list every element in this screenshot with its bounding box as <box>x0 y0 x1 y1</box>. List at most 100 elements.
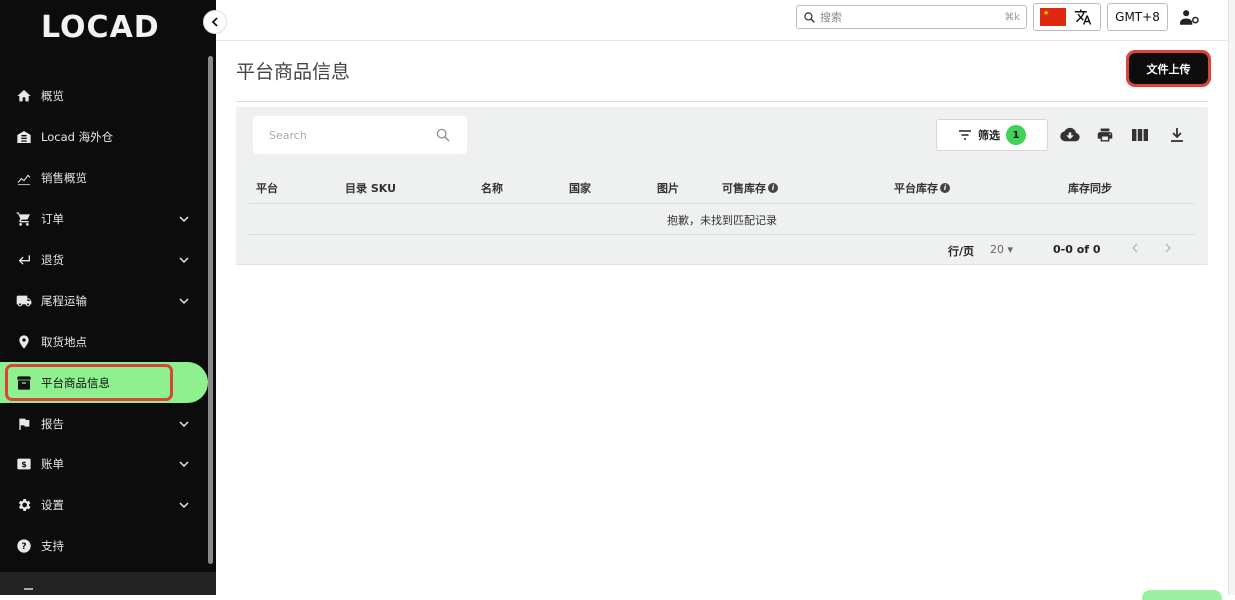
chevron-down-icon[interactable] <box>178 295 190 307</box>
footer-mark <box>24 588 33 590</box>
column-header-name[interactable]: 名称 <box>481 180 503 196</box>
sidebar-item-label: 取货地点 <box>41 334 87 349</box>
sidebar-item-label: 支持 <box>41 539 64 554</box>
china-flag-icon: ★ <box>1040 8 1066 26</box>
svg-text:$: $ <box>21 460 27 469</box>
next-page-button[interactable] <box>1161 241 1175 255</box>
sidebar: LOCAD 概览 Locad 海外仓 销售概览 订单 退货 尾程运输 取货地点 … <box>0 0 216 595</box>
cloud-download-icon <box>1060 127 1080 142</box>
download-button[interactable] <box>1167 125 1187 145</box>
chevron-down-icon[interactable] <box>178 499 190 511</box>
help-icon: ? <box>15 537 33 555</box>
page-scrollbar[interactable] <box>1228 0 1235 595</box>
filter-button[interactable]: 筛选 1 <box>936 119 1048 151</box>
dropdown-arrow-icon: ▾ <box>1007 243 1014 256</box>
svg-text:?: ? <box>21 542 26 552</box>
chevron-down-icon[interactable] <box>178 418 190 430</box>
sidebar-item-label: 报告 <box>41 416 64 431</box>
sidebar-item-overview[interactable]: 概览 <box>0 76 210 117</box>
table-search-input[interactable]: Search <box>253 116 467 154</box>
sidebar-item-label: 尾程运输 <box>41 293 87 308</box>
columns-icon <box>1132 129 1148 141</box>
search-icon <box>804 11 815 23</box>
analytics-icon <box>15 169 33 187</box>
sidebar-footer <box>0 572 216 595</box>
column-header-platform-stock[interactable]: 平台库存 i <box>894 180 950 196</box>
user-gear-icon <box>1180 10 1199 25</box>
title-divider <box>236 101 1208 102</box>
collapse-sidebar-button[interactable] <box>203 10 227 34</box>
chevron-left-icon <box>211 17 218 27</box>
search-placeholder: 搜索 <box>820 11 842 24</box>
table-search-placeholder: Search <box>269 128 307 142</box>
sidebar-item-billing[interactable]: $ 账单 <box>0 444 210 485</box>
column-header-sku[interactable]: 目录 SKU <box>345 180 396 196</box>
highlight-outline <box>5 364 173 402</box>
file-upload-button[interactable]: 文件上传 <box>1126 50 1211 87</box>
billing-icon: $ <box>15 455 33 473</box>
top-bar: 搜索 ⌘k ★ GMT+8 <box>216 0 1228 41</box>
sidebar-item-platform-products[interactable]: 平台商品信息 <box>0 362 208 404</box>
floating-help-widget[interactable] <box>1142 590 1222 600</box>
prev-page-button[interactable] <box>1128 241 1142 255</box>
timezone-button[interactable]: GMT+8 <box>1107 3 1168 31</box>
cloud-download-button[interactable] <box>1060 125 1080 145</box>
sidebar-item-label: 设置 <box>41 498 64 513</box>
sidebar-item-warehouse[interactable]: Locad 海外仓 <box>0 117 210 158</box>
sidebar-item-pickup-locations[interactable]: 取货地点 <box>0 321 210 362</box>
filter-label: 筛选 <box>978 129 1000 142</box>
language-button[interactable]: ★ <box>1033 3 1101 31</box>
column-header-image[interactable]: 图片 <box>657 180 679 196</box>
user-settings-button[interactable] <box>1178 7 1202 27</box>
sidebar-item-label: 销售概览 <box>41 171 87 186</box>
sidebar-item-sales-overview[interactable]: 销售概览 <box>0 158 210 199</box>
cart-icon <box>15 210 33 228</box>
empty-state-message: 抱歉，未找到匹配记录 <box>667 214 777 227</box>
sidebar-item-orders[interactable]: 订单 <box>0 199 210 240</box>
column-header-stock-sync[interactable]: 库存同步 <box>1068 180 1112 196</box>
footer-divider <box>249 234 1195 235</box>
locad-logo[interactable]: LOCAD <box>41 10 160 45</box>
columns-button[interactable] <box>1130 125 1150 145</box>
sidebar-item-support[interactable]: ? 支持 <box>0 526 210 567</box>
sidebar-item-label: 退货 <box>41 253 64 267</box>
chevron-left-icon <box>1132 243 1138 253</box>
sidebar-item-label: 账单 <box>41 457 64 472</box>
chevron-right-icon <box>1165 243 1171 253</box>
flag-icon <box>15 415 33 433</box>
home-icon <box>15 87 33 105</box>
column-header-country[interactable]: 国家 <box>569 180 591 196</box>
pagination-range: 0-0 of 0 <box>1053 243 1101 256</box>
info-icon[interactable]: i <box>940 183 950 193</box>
truck-icon <box>15 292 33 310</box>
info-icon[interactable]: i <box>768 183 778 193</box>
print-icon <box>1097 128 1113 142</box>
chevron-down-icon[interactable] <box>178 458 190 470</box>
page-title: 平台商品信息 <box>236 61 351 83</box>
gear-icon <box>15 496 33 514</box>
location-pin-icon <box>15 333 33 351</box>
chevron-down-icon[interactable] <box>178 213 190 225</box>
column-header-platform[interactable]: 平台 <box>256 180 278 196</box>
sidebar-item-returns[interactable]: 退货 <box>0 240 210 281</box>
sidebar-item-last-mile[interactable]: 尾程运输 <box>0 280 210 321</box>
rows-per-page-select[interactable]: 20 ▾ <box>990 243 1013 256</box>
sidebar-item-settings[interactable]: 设置 <box>0 485 210 526</box>
download-icon <box>1171 128 1183 142</box>
print-button[interactable] <box>1095 125 1115 145</box>
warehouse-icon <box>15 128 33 146</box>
rows-per-page-label: 行/页 <box>948 245 975 258</box>
sidebar-item-label: Locad 海外仓 <box>41 130 114 145</box>
search-shortcut: ⌘k <box>1004 11 1020 23</box>
column-header-sellable-stock[interactable]: 可售库存 i <box>722 180 778 196</box>
header-divider <box>249 203 1195 204</box>
table-header: 平台 目录 SKU 名称 国家 图片 可售库存 i 平台库存 i 库存同步 <box>236 169 1208 204</box>
global-search-input[interactable]: 搜索 ⌘k <box>796 5 1027 29</box>
sidebar-item-reports[interactable]: 报告 <box>0 403 210 444</box>
chevron-down-icon[interactable] <box>178 254 190 266</box>
products-table-card: Search 筛选 1 平台 目录 SKU 名称 国家 图片 可售库存 i 平台库… <box>236 107 1208 265</box>
sidebar-item-label: 概览 <box>41 89 64 104</box>
translate-icon <box>1074 9 1092 25</box>
filter-count-badge: 1 <box>1006 125 1026 145</box>
sidebar-item-label: 订单 <box>41 212 64 227</box>
